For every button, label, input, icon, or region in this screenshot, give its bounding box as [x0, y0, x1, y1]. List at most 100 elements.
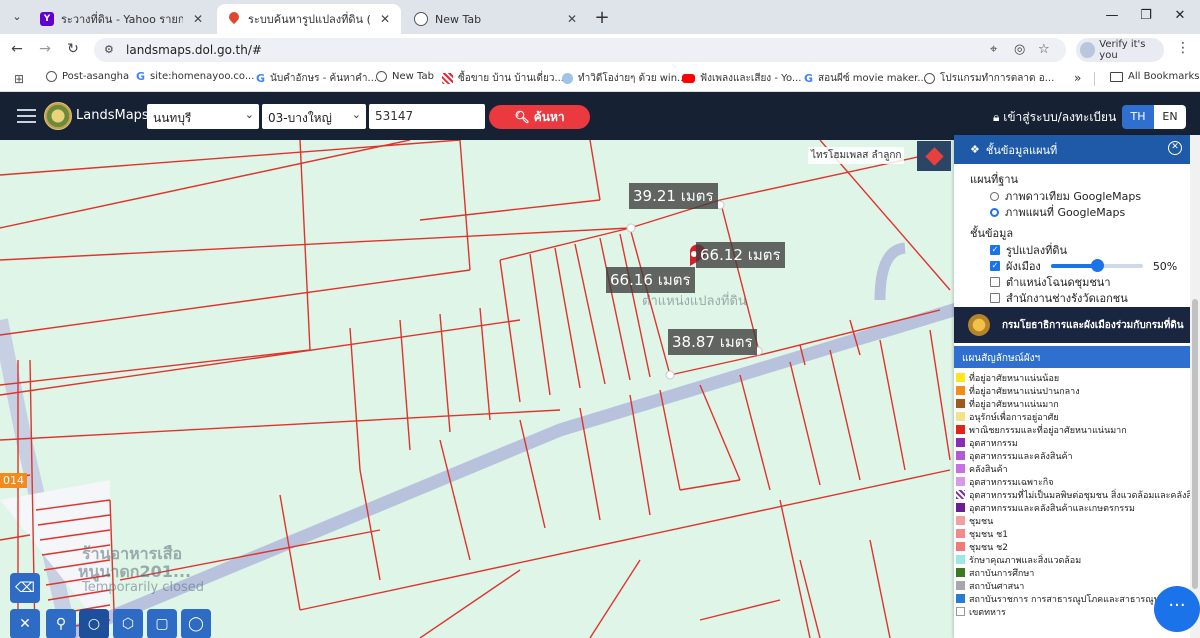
close-icon[interactable]: ✕ [1168, 141, 1182, 155]
legend-item: อุตสาหกรรมเฉพาะกิจ [956, 475, 1190, 488]
pin-icon[interactable]: ⚲ [46, 609, 76, 638]
url-bar[interactable]: ⚙ landsmaps.dol.go.th/# ⌖ ◎ ☆ [94, 38, 1066, 62]
layers-toggle-button[interactable] [917, 141, 951, 171]
chat-fab-button[interactable]: ··· [1154, 586, 1200, 632]
rectangle-icon[interactable]: ▢ [147, 609, 177, 638]
restore-icon[interactable]: ❐ [1136, 8, 1156, 23]
scrollbar-thumb[interactable] [1192, 299, 1198, 589]
lang-en-button[interactable]: EN [1154, 105, 1186, 129]
legend-swatch [956, 438, 965, 447]
bookmark-item[interactable]: Gsite:homenayoo.co... [136, 71, 254, 82]
bookmark-item[interactable]: G นับคำอักษร - ค้นหาคำ... [256, 71, 377, 86]
minimize-icon[interactable]: — [1102, 8, 1122, 23]
profile-verify-button[interactable]: Verify it's you [1076, 38, 1164, 62]
globe-icon [924, 73, 935, 84]
layers-title: ชั้นข้อมูล [970, 227, 1014, 240]
province-value: นนทบุรี [153, 111, 192, 125]
legend-label: สถาบันศาสนา [969, 581, 1025, 592]
legend-label: รักษาคุณภาพและสิ่งแวดล้อม [969, 555, 1082, 566]
bookmark-item[interactable]: ซื้อขาย บ้าน บ้านเดี่ยว... [442, 71, 564, 86]
department-seal-icon [968, 314, 990, 336]
zoning-legend: ที่อยู่อาศัยหนาแน่นน้อย ที่อยู่อาศัยหนาแน… [956, 371, 1190, 618]
legend-item: ชุมชน ช2 [956, 540, 1190, 553]
province-select[interactable]: นนทบุรี ⌄ [147, 104, 259, 129]
layer-parcel-option[interactable]: ✓ รูปแปลงที่ดิน [990, 242, 1190, 258]
tab-new-tab[interactable]: New Tab ✕ [404, 4, 588, 34]
bookmark-star-icon[interactable]: ☆ [1038, 42, 1050, 57]
polygon-icon[interactable]: ⬡ [113, 609, 143, 638]
folder-icon [1110, 71, 1123, 82]
bookmark-item[interactable]: New Tab [376, 71, 434, 82]
bookmark-label: ฟังเพลงและเสียง - Yo... [700, 73, 802, 84]
radio-button[interactable] [990, 207, 999, 217]
eraser-icon[interactable]: ⌫ [10, 573, 40, 603]
district-select[interactable]: 03-บางใหญ่ ⌄ [262, 104, 366, 129]
eye-off-icon[interactable]: ◎ [1014, 42, 1025, 57]
road-number-badge: 014 [0, 473, 27, 488]
apps-grid-icon[interactable]: ⊞ [14, 72, 24, 86]
layer-community-deed-option[interactable]: ตำแหน่งโฉนดชุมชนา [990, 274, 1190, 290]
tab-close-icon[interactable]: ✕ [190, 12, 206, 26]
bookmark-item[interactable]: ฟังเพลงและเสียง - Yo... [682, 71, 801, 86]
chevron-down-icon: ⌄ [351, 108, 361, 121]
url-text[interactable]: landsmaps.dol.go.th/# [126, 43, 262, 57]
legend-item: สถาบันการศึกษา [956, 566, 1190, 579]
login-label: เข้าสู่ระบบ/ลงทะเบียน [1003, 110, 1117, 124]
opacity-value: 50% [1152, 259, 1178, 273]
tab-search-chevron-icon[interactable]: ⌄ [6, 7, 28, 27]
legend-label: อุตสาหกรรมที่ไม่เป็นมลพิษต่อชุมชน สิ่งแว… [969, 490, 1190, 501]
layer-private-surveyor-option[interactable]: สำนักงานช่างรังวัดเอกชน [990, 290, 1190, 306]
window-close-icon[interactable]: ✕ [1170, 8, 1190, 23]
login-link[interactable]: 🔒︎ เข้าสู่ระบบ/ลงทะเบียน [993, 108, 1116, 127]
location-off-icon[interactable]: ⌖ [990, 42, 997, 57]
banner-text: กรมโยธาธิการและผังเมืองร่วมกับกรมที่ดิน [1002, 319, 1184, 331]
legend-swatch [956, 607, 965, 616]
reload-icon[interactable]: ↻ [64, 41, 82, 57]
site-info-icon[interactable]: ⚙ [104, 43, 114, 56]
legend-label: อนุรักษ์เพื่อการอยู่อาศัย [969, 412, 1059, 423]
search-button[interactable]: 🔍︎ ค้นหา [489, 105, 590, 129]
legend-label: สถาบันราชการ การสาธารณูปโภคและสาธารณูปก [969, 594, 1165, 605]
checkbox[interactable] [990, 277, 1000, 287]
circle-icon[interactable]: ○ [79, 609, 109, 638]
measure-icon[interactable]: ✕ [10, 609, 40, 638]
bookmark-item[interactable]: Post-asangha [46, 71, 129, 82]
layer-cityplan-option[interactable]: ✓ ผังเมือง 50% [990, 258, 1190, 274]
new-tab-button[interactable]: + [592, 7, 612, 28]
tab-yahoo[interactable]: Y ระวางที่ดิน - Yahoo รายการที่ค้นพบ ✕ [30, 4, 214, 34]
radio-button[interactable] [990, 191, 999, 201]
bookmark-item[interactable]: G สอนผีซ์ movie maker... [804, 71, 927, 86]
opacity-slider[interactable] [1050, 259, 1143, 272]
legend-swatch [956, 503, 965, 512]
bookmark-label: ทำวิดีโอง่ายๆ ด้วย win... [578, 73, 687, 84]
basemap-satellite-option[interactable]: ภาพดาวเทียม GoogleMaps [990, 188, 1190, 204]
tab-close-icon[interactable]: ✕ [377, 12, 393, 26]
lang-th-button[interactable]: TH [1122, 105, 1154, 129]
tab-landsmaps[interactable]: ระบบค้นหารูปแปลงที่ดิน (LandsMap ✕ [217, 4, 401, 34]
panel-scrollbar[interactable] [1190, 135, 1200, 638]
globe-icon [46, 71, 57, 82]
layer-panel-header: ❖ ชั้นข้อมูลแผนที่ ✕ [954, 135, 1190, 164]
checkbox[interactable] [990, 293, 1000, 303]
bookmark-item[interactable]: โปรแกรมทำการตลาด อ... [924, 71, 1054, 86]
checkbox[interactable]: ✓ [990, 245, 1000, 255]
checkbox[interactable]: ✓ [990, 261, 1000, 271]
bookmarks-overflow-icon[interactable]: » [1074, 71, 1081, 85]
bookmark-item[interactable]: ทำวิดีโอง่ายๆ ด้วย win... [562, 71, 687, 86]
hamburger-menu-icon[interactable] [17, 109, 36, 123]
lock-icon: 🔒︎ [993, 110, 1000, 124]
browser-menu-icon[interactable]: ⋮ [1176, 40, 1190, 56]
legend-swatch [956, 516, 965, 525]
legend-label: พาณิชยกรรมและที่อยู่อาศัยหนาแน่นมาก [969, 425, 1127, 436]
legend-swatch [956, 386, 965, 395]
back-icon[interactable]: ← [8, 41, 26, 57]
all-bookmarks-button[interactable]: All Bookmarks [1110, 71, 1199, 82]
parcel-number-input[interactable]: 53147 [369, 104, 485, 129]
tab-close-icon[interactable]: ✕ [564, 12, 580, 26]
slider-knob[interactable] [1090, 259, 1104, 272]
basemap-map-option[interactable]: ภาพแผนที่ GoogleMaps [990, 204, 1190, 220]
forward-icon[interactable]: → [36, 41, 54, 57]
district-value: 03-บางใหญ่ [268, 111, 332, 125]
ellipse-icon[interactable]: ◯ [181, 609, 211, 638]
legend-swatch [956, 399, 965, 408]
